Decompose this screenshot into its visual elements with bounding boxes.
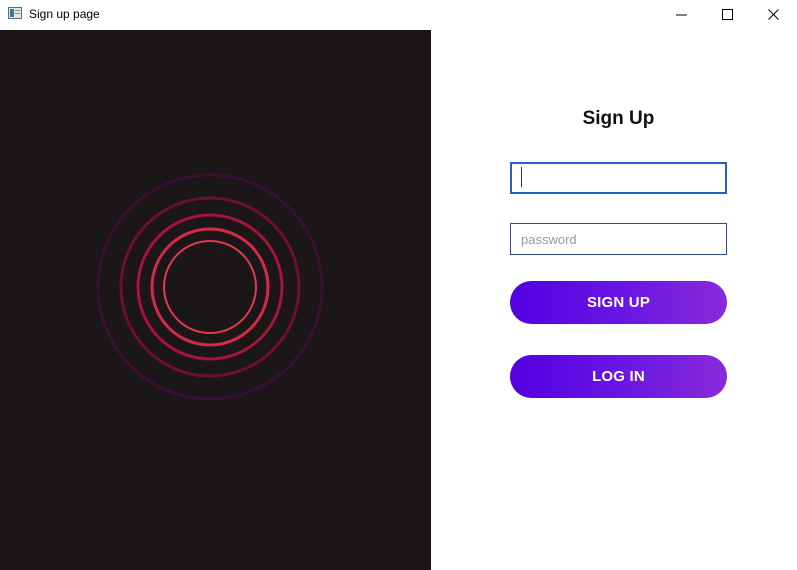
- title-bar[interactable]: Sign up page: [0, 0, 797, 30]
- app-window: Sign up page Sign Up SIGN UP LOG IN: [0, 0, 797, 570]
- window-app-icon: [8, 7, 22, 19]
- minimize-button[interactable]: [659, 0, 705, 30]
- ring-inner-1: [163, 240, 257, 334]
- close-button[interactable]: [751, 0, 797, 30]
- window-title: Sign up page: [29, 7, 100, 21]
- ring-2: [150, 227, 270, 347]
- signup-form: Sign Up SIGN UP LOG IN: [431, 30, 797, 570]
- ring-3: [136, 213, 284, 361]
- close-icon: [768, 9, 779, 20]
- ring-outer-5: [96, 173, 324, 401]
- minimize-icon: [676, 14, 687, 16]
- text-cursor: [521, 167, 522, 187]
- concentric-rings-graphic: [96, 173, 324, 401]
- username-field[interactable]: [510, 162, 727, 194]
- password-field[interactable]: [510, 223, 727, 255]
- maximize-button[interactable]: [705, 0, 751, 30]
- ring-4: [119, 196, 301, 378]
- sign-up-button[interactable]: SIGN UP: [510, 281, 727, 324]
- log-in-button[interactable]: LOG IN: [510, 355, 727, 398]
- art-panel: [0, 30, 431, 570]
- maximize-icon: [722, 9, 733, 20]
- form-heading: Sign Up: [582, 108, 655, 129]
